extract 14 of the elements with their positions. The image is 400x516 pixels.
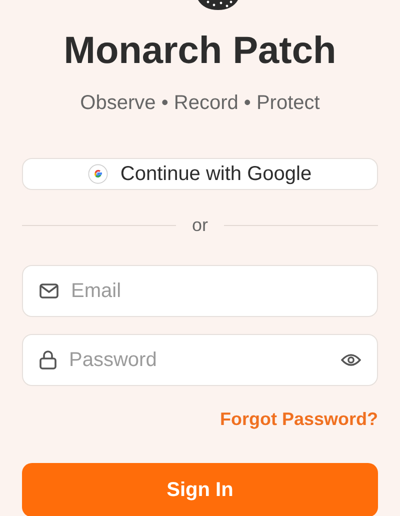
tagline: Observe • Record • Protect <box>80 91 320 116</box>
email-field[interactable]: Email <box>22 265 378 317</box>
divider-label: or <box>192 214 208 237</box>
google-logo-icon <box>88 164 108 184</box>
lock-icon <box>39 350 57 370</box>
password-input[interactable]: Password <box>69 345 329 375</box>
sign-in-button[interactable]: Sign In <box>22 463 378 516</box>
password-field[interactable]: Password <box>22 334 378 386</box>
envelope-icon <box>39 283 59 299</box>
email-input[interactable]: Email <box>71 276 361 306</box>
app-title: Monarch Patch <box>64 29 336 74</box>
google-sign-in-button[interactable]: Continue with Google <box>22 158 378 190</box>
eye-icon[interactable] <box>341 353 361 367</box>
forgot-password-link[interactable]: Forgot Password? <box>220 406 378 433</box>
